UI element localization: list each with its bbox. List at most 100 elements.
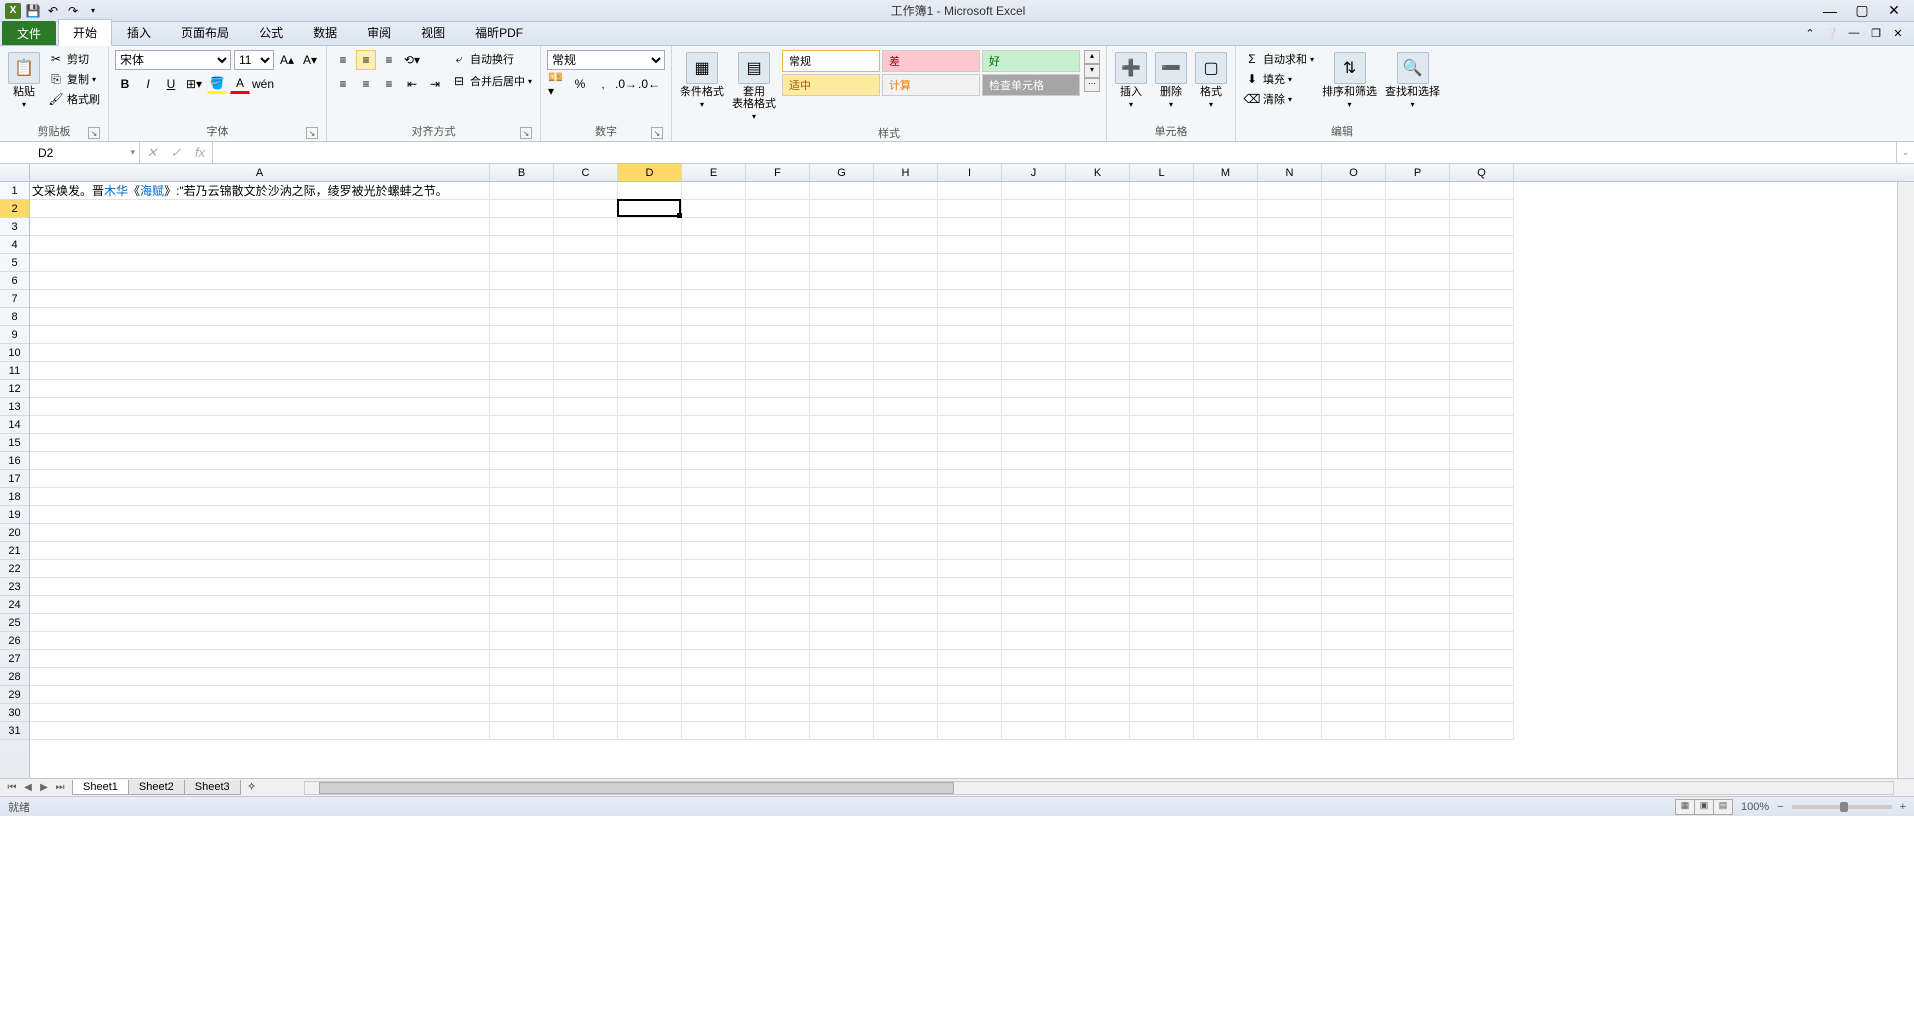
sheet-nav-prev[interactable]: ◀ [20,782,36,793]
cell-H6[interactable] [874,272,938,290]
cell-G8[interactable] [810,308,874,326]
cell-B11[interactable] [490,362,554,380]
col-header-J[interactable]: J [1002,164,1066,181]
col-header-A[interactable]: A [30,164,490,181]
underline-button[interactable]: U [161,74,181,94]
cell-C29[interactable] [554,686,618,704]
cell-H30[interactable] [874,704,938,722]
cell-H21[interactable] [874,542,938,560]
cell-P7[interactable] [1386,290,1450,308]
col-header-F[interactable]: F [746,164,810,181]
cut-button[interactable]: ✂剪切 [46,50,102,68]
wrap-text-button[interactable]: ⤶自动换行 [449,50,534,68]
cell-G16[interactable] [810,452,874,470]
cell-F30[interactable] [746,704,810,722]
cell-J3[interactable] [1002,218,1066,236]
cell-D17[interactable] [618,470,682,488]
cell-B4[interactable] [490,236,554,254]
cell-C6[interactable] [554,272,618,290]
cell-N26[interactable] [1258,632,1322,650]
align-center-button[interactable]: ≡ [356,74,376,94]
cell-C7[interactable] [554,290,618,308]
cell-J4[interactable] [1002,236,1066,254]
style-calc[interactable]: 计算 [882,74,980,96]
cell-J6[interactable] [1002,272,1066,290]
cell-I17[interactable] [938,470,1002,488]
col-header-N[interactable]: N [1258,164,1322,181]
col-header-E[interactable]: E [682,164,746,181]
cell-P5[interactable] [1386,254,1450,272]
row-header-26[interactable]: 26 [0,632,29,650]
cell-P9[interactable] [1386,326,1450,344]
cell-D30[interactable] [618,704,682,722]
row-header-21[interactable]: 21 [0,542,29,560]
cell-D7[interactable] [618,290,682,308]
cell-O9[interactable] [1322,326,1386,344]
cell-A15[interactable] [30,434,490,452]
cell-F26[interactable] [746,632,810,650]
cell-C5[interactable] [554,254,618,272]
cell-N18[interactable] [1258,488,1322,506]
cell-M2[interactable] [1194,200,1258,218]
cell-L7[interactable] [1130,290,1194,308]
cell-E21[interactable] [682,542,746,560]
cell-B22[interactable] [490,560,554,578]
cell-G30[interactable] [810,704,874,722]
cell-P22[interactable] [1386,560,1450,578]
cell-Q5[interactable] [1450,254,1514,272]
cell-J21[interactable] [1002,542,1066,560]
cell-G10[interactable] [810,344,874,362]
cell-J28[interactable] [1002,668,1066,686]
cell-F13[interactable] [746,398,810,416]
row-header-20[interactable]: 20 [0,524,29,542]
cell-N25[interactable] [1258,614,1322,632]
cell-J23[interactable] [1002,578,1066,596]
cell-B18[interactable] [490,488,554,506]
cell-I3[interactable] [938,218,1002,236]
cell-M8[interactable] [1194,308,1258,326]
view-layout-button[interactable]: ▣ [1694,799,1714,815]
cell-M15[interactable] [1194,434,1258,452]
cell-M26[interactable] [1194,632,1258,650]
cell-H25[interactable] [874,614,938,632]
cell-C26[interactable] [554,632,618,650]
cell-C30[interactable] [554,704,618,722]
cell-I21[interactable] [938,542,1002,560]
cell-K9[interactable] [1066,326,1130,344]
cell-F8[interactable] [746,308,810,326]
cell-L10[interactable] [1130,344,1194,362]
cell-B20[interactable] [490,524,554,542]
insert-function-icon[interactable]: fx [188,145,212,160]
cell-P30[interactable] [1386,704,1450,722]
cell-I23[interactable] [938,578,1002,596]
cell-N10[interactable] [1258,344,1322,362]
cell-D23[interactable] [618,578,682,596]
cell-B21[interactable] [490,542,554,560]
cell-Q29[interactable] [1450,686,1514,704]
cell-M20[interactable] [1194,524,1258,542]
cell-M22[interactable] [1194,560,1258,578]
cell-D20[interactable] [618,524,682,542]
cell-L9[interactable] [1130,326,1194,344]
enter-formula-icon[interactable]: ✓ [164,145,188,161]
sheet-tab-2[interactable]: Sheet2 [128,780,185,795]
cell-H29[interactable] [874,686,938,704]
cell-I10[interactable] [938,344,1002,362]
cell-B23[interactable] [490,578,554,596]
cell-J7[interactable] [1002,290,1066,308]
cell-E6[interactable] [682,272,746,290]
cell-P28[interactable] [1386,668,1450,686]
cell-L29[interactable] [1130,686,1194,704]
cell-C1[interactable] [554,182,618,200]
cell-A24[interactable] [30,596,490,614]
cell-Q22[interactable] [1450,560,1514,578]
cell-Q24[interactable] [1450,596,1514,614]
cell-I13[interactable] [938,398,1002,416]
style-scroll-up[interactable]: ▴ [1084,50,1100,64]
cell-D13[interactable] [618,398,682,416]
cell-I27[interactable] [938,650,1002,668]
cell-L30[interactable] [1130,704,1194,722]
cell-O22[interactable] [1322,560,1386,578]
cell-P6[interactable] [1386,272,1450,290]
cell-O30[interactable] [1322,704,1386,722]
